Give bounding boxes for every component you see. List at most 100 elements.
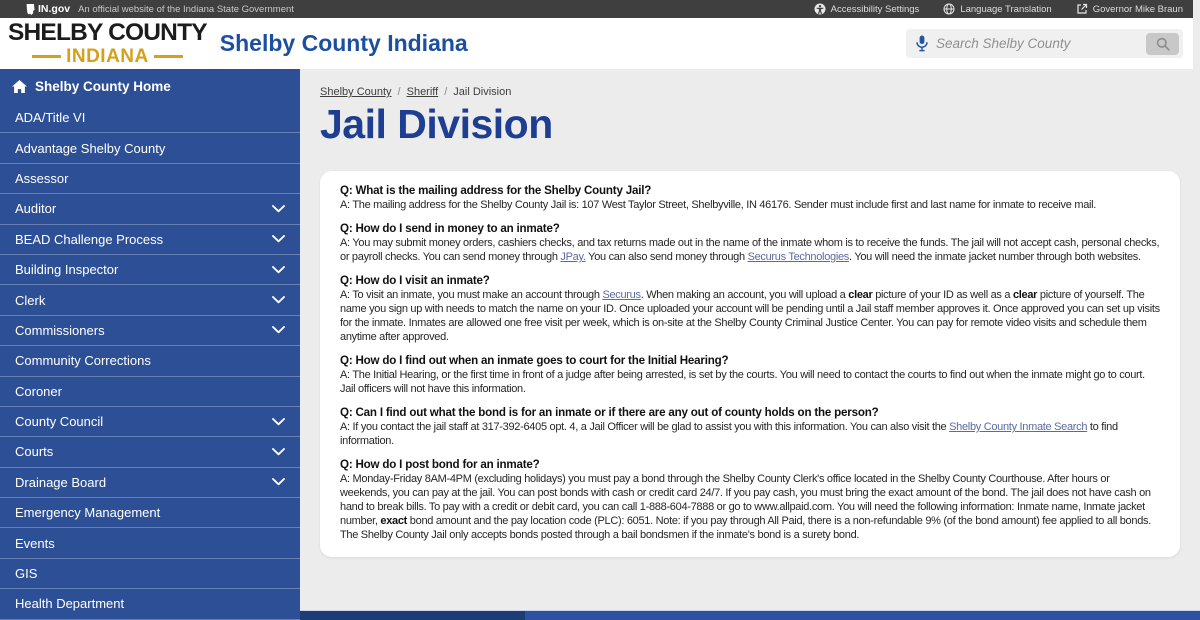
accessibility-settings-label: Accessibility Settings bbox=[830, 3, 920, 15]
content-link-securus-technologies[interactable]: Securus Technologies bbox=[748, 251, 850, 263]
official-website-text: An official website of the Indiana State… bbox=[78, 3, 294, 15]
faq-question: Q: How do I find out when an inmate goes… bbox=[340, 354, 729, 367]
sidebar-item-building-inspector[interactable]: Building Inspector bbox=[0, 255, 300, 286]
sidebar-item-label: Drainage Board bbox=[15, 474, 107, 490]
sidebar-item-commissioners[interactable]: Commissioners bbox=[0, 316, 300, 347]
emphasized-text: clear bbox=[848, 289, 873, 301]
breadcrumb-separator: / bbox=[444, 86, 448, 98]
faq-list: Q: What is the mailing address for the S… bbox=[340, 184, 1160, 542]
sidebar-home-label: Shelby County Home bbox=[35, 78, 171, 94]
sidebar-item-label: Building Inspector bbox=[15, 262, 119, 278]
sidebar-item-bead-challenge-process[interactable]: BEAD Challenge Process bbox=[0, 225, 300, 255]
sidebar-item-gis[interactable]: GIS bbox=[0, 559, 300, 590]
accessibility-settings-link[interactable]: Accessibility Settings bbox=[814, 3, 920, 15]
faq-item: Q: How do I find out when an inmate goes… bbox=[340, 354, 1160, 396]
logo-left-rule bbox=[32, 55, 62, 58]
main-content: Shelby County / Sheriff / Jail Division Jail… bbox=[300, 69, 1193, 610]
faq-answer: A: If you contact the jail staff at 317-… bbox=[340, 420, 1160, 448]
faq-answer: A: Monday-Friday 8AM-4PM (excluding holi… bbox=[340, 472, 1160, 542]
language-translation-label: Language Translation bbox=[960, 3, 1052, 15]
sidebar-item-clerk[interactable]: Clerk bbox=[0, 285, 300, 316]
emphasized-text: clear bbox=[1012, 289, 1038, 301]
logo-right-rule bbox=[153, 55, 183, 58]
chevron-down-icon bbox=[272, 204, 285, 213]
breadcrumb-sheriff[interactable]: Sheriff bbox=[407, 86, 439, 98]
microphone-button[interactable] bbox=[916, 35, 928, 52]
faq-question: Q: Can I find out what the bond is for a… bbox=[340, 406, 879, 419]
external-link-icon bbox=[1077, 3, 1087, 14]
sidebar-item-label: Emergency Management bbox=[15, 505, 161, 521]
content-link-securus[interactable]: Securus bbox=[602, 289, 641, 301]
chevron-down-icon bbox=[272, 478, 285, 486]
site-header: SHELBY COUNTY INDIANA Shelby County Indi… bbox=[0, 18, 1193, 69]
faq-question: Q: How do I post bond for an inmate? bbox=[340, 458, 540, 471]
sidebar-nav: Shelby County Home ADA/Title VI Advantage… bbox=[0, 69, 300, 620]
faq-question: Q: What is the mailing address for the S… bbox=[340, 184, 652, 197]
faq-answer: A: You may submit money orders, cashiers… bbox=[340, 236, 1160, 264]
footer-blue-segment bbox=[525, 611, 1200, 620]
faq-item: Q: How do I post bond for an inmate? A: M… bbox=[340, 458, 1160, 542]
footer-strip bbox=[300, 610, 1200, 620]
content-link-shelby-county-inmate-search[interactable]: Shelby County Inmate Search bbox=[949, 421, 1087, 433]
sidebar-item-label: Coroner bbox=[15, 383, 62, 399]
answer-text: bond amount and the pay location code (P… bbox=[340, 515, 1151, 541]
sidebar-item-coroner[interactable]: Coroner bbox=[0, 377, 300, 407]
answer-text: A: To visit an inmate, you must make an … bbox=[340, 289, 603, 301]
search-input[interactable] bbox=[936, 36, 1146, 51]
sidebar-item-county-council[interactable]: County Council bbox=[0, 407, 300, 438]
sidebar-item-advantage-shelby-county[interactable]: Advantage Shelby County bbox=[0, 133, 300, 164]
ingov-logo[interactable]: IN.gov bbox=[26, 3, 70, 15]
sidebar-item-home[interactable]: Shelby County Home bbox=[0, 69, 300, 103]
answer-text: A: The mailing address for the Shelby Co… bbox=[340, 199, 1097, 211]
answer-text: You can also send money through bbox=[585, 251, 748, 263]
breadcrumb: Shelby County / Sheriff / Jail Division bbox=[320, 86, 1193, 98]
breadcrumb-current: Jail Division bbox=[453, 86, 512, 98]
content-link-jpay[interactable]: JPay. bbox=[560, 251, 586, 263]
breadcrumb-shelby-county[interactable]: Shelby County bbox=[320, 86, 392, 98]
logo-line1: SHELBY COUNTY bbox=[8, 19, 208, 47]
sidebar-item-auditor[interactable]: Auditor bbox=[0, 194, 300, 225]
sidebar-item-ada-title-vi[interactable]: ADA/Title VI bbox=[0, 103, 300, 134]
sidebar-item-drainage-board[interactable]: Drainage Board bbox=[0, 468, 300, 499]
sidebar-item-label: Courts bbox=[15, 444, 54, 460]
emphasized-text: exact bbox=[380, 515, 408, 527]
sidebar-item-label: Clerk bbox=[15, 292, 46, 308]
sidebar-item-assessor[interactable]: Assessor bbox=[0, 164, 300, 195]
faq-answer: A: To visit an inmate, you must make an … bbox=[340, 288, 1160, 344]
governor-link[interactable]: Governor Mike Braun bbox=[1076, 3, 1183, 15]
sidebar-item-label: Events bbox=[15, 535, 55, 551]
faq-answer: A: The Initial Hearing, or the first tim… bbox=[340, 368, 1160, 396]
faq-answer: A: The mailing address for the Shelby Co… bbox=[340, 198, 1160, 212]
search-button[interactable] bbox=[1146, 32, 1179, 55]
chevron-down-icon bbox=[272, 296, 285, 304]
sidebar-item-health-department[interactable]: Health Department bbox=[0, 589, 300, 620]
sidebar-item-emergency-management[interactable]: Emergency Management bbox=[0, 498, 300, 529]
logo-line2: INDIANA bbox=[66, 45, 149, 67]
sidebar-item-events[interactable]: Events bbox=[0, 528, 300, 559]
chevron-down-icon bbox=[272, 448, 285, 456]
chevron-down-icon bbox=[272, 417, 285, 425]
page-title: Jail Division bbox=[320, 101, 553, 147]
sidebar-item-courts[interactable]: Courts bbox=[0, 437, 300, 468]
gov-topbar: IN.gov An official website of the Indian… bbox=[0, 0, 1193, 18]
chevron-down-icon bbox=[272, 265, 285, 273]
sidebar-item-community-corrections[interactable]: Community Corrections bbox=[0, 346, 300, 377]
sidebar-item-label: Commissioners bbox=[15, 322, 105, 338]
sidebar-item-label: BEAD Challenge Process bbox=[15, 231, 164, 247]
faq-question: Q: How do I visit an inmate? bbox=[340, 274, 490, 287]
language-translation-link[interactable]: Language Translation bbox=[943, 3, 1052, 15]
chevron-down-icon bbox=[272, 235, 285, 243]
site-title: Shelby County Indiana bbox=[219, 30, 468, 56]
chevron-down-icon bbox=[272, 326, 285, 334]
chevron-down-icon bbox=[272, 478, 285, 486]
answer-text: . You will need the inmate jacket number… bbox=[849, 251, 1141, 263]
chevron-down-icon bbox=[272, 448, 285, 456]
sidebar-item-label: Advantage Shelby County bbox=[15, 140, 166, 156]
home-icon bbox=[12, 79, 27, 93]
shelby-county-logo[interactable]: SHELBY COUNTY INDIANA bbox=[8, 19, 208, 67]
sidebar-item-label: GIS bbox=[15, 566, 38, 582]
governor-label: Governor Mike Braun bbox=[1092, 3, 1183, 15]
faq-item: Q: Can I find out what the bond is for a… bbox=[340, 406, 1160, 448]
sidebar-item-label: County Council bbox=[15, 414, 104, 430]
sidebar-item-label: Health Department bbox=[15, 596, 125, 612]
